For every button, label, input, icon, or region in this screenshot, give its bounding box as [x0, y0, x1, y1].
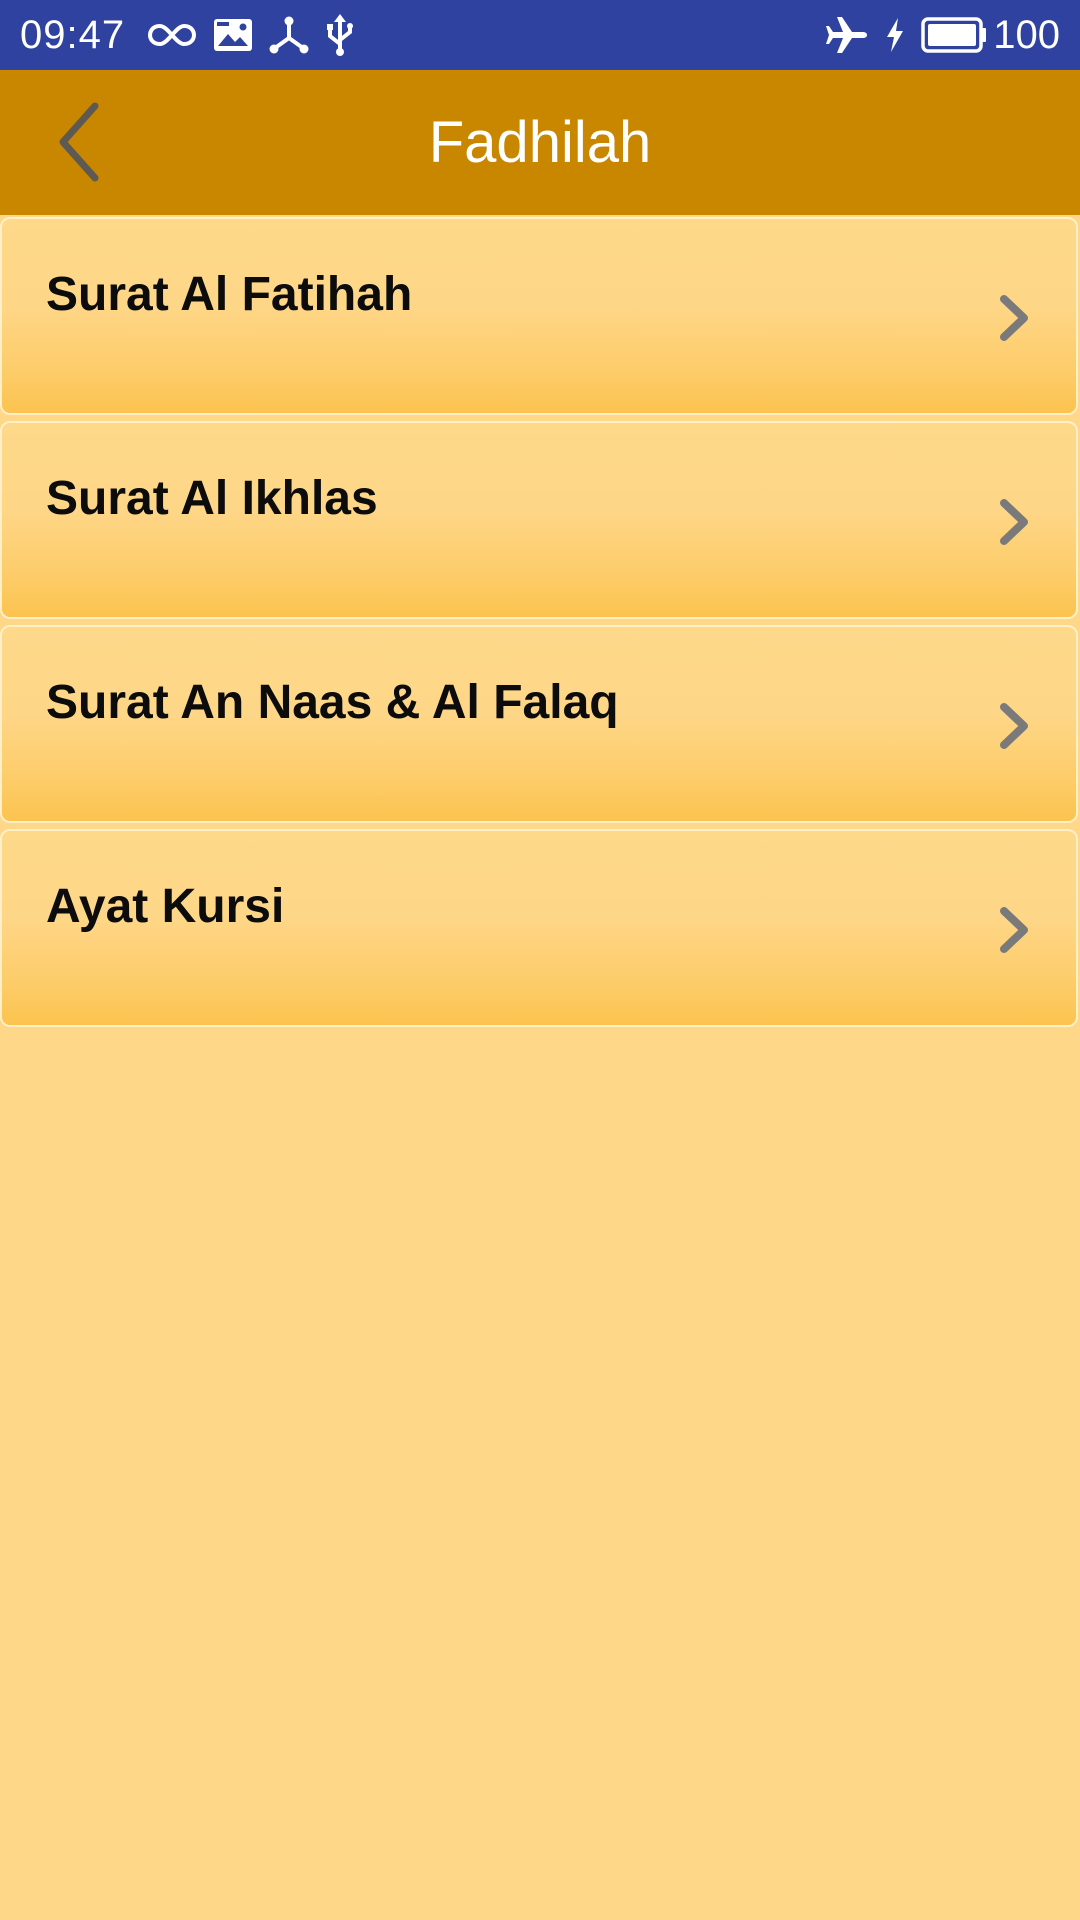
- status-bar: 09:47 100: [0, 0, 1080, 70]
- chevron-right-icon: [1000, 295, 1028, 341]
- image-icon: [213, 18, 253, 52]
- battery-level: 100: [993, 12, 1060, 57]
- list-item-surat-an-naas-al-falaq[interactable]: Surat An Naas & Al Falaq: [0, 625, 1078, 823]
- fadhilah-list: Surat Al Fatihah Surat Al Ikhlas Surat A…: [0, 217, 1080, 1033]
- status-time: 09:47: [20, 12, 126, 57]
- chevron-right-icon: [1000, 499, 1028, 545]
- list-item-surat-al-ikhlas[interactable]: Surat Al Ikhlas: [0, 421, 1078, 619]
- airplane-icon: [825, 15, 869, 55]
- share-node-icon: [269, 16, 309, 54]
- app-bar: Fadhilah: [0, 70, 1080, 215]
- list-item-label: Surat An Naas & Al Falaq: [46, 676, 619, 729]
- page-title: Fadhilah: [428, 110, 652, 175]
- list-item-label: Surat Al Ikhlas: [46, 472, 378, 525]
- chevron-right-icon: [1000, 907, 1028, 953]
- infinity-icon: [147, 22, 197, 48]
- charging-icon: [885, 18, 905, 52]
- battery-icon: [921, 17, 987, 53]
- usb-icon: [325, 14, 355, 56]
- list-item-ayat-kursi[interactable]: Ayat Kursi: [0, 829, 1078, 1027]
- list-item-label: Ayat Kursi: [46, 880, 285, 933]
- list-item-surat-al-fatihah[interactable]: Surat Al Fatihah: [0, 217, 1078, 415]
- list-item-label: Surat Al Fatihah: [46, 268, 413, 321]
- chevron-right-icon: [1000, 703, 1028, 749]
